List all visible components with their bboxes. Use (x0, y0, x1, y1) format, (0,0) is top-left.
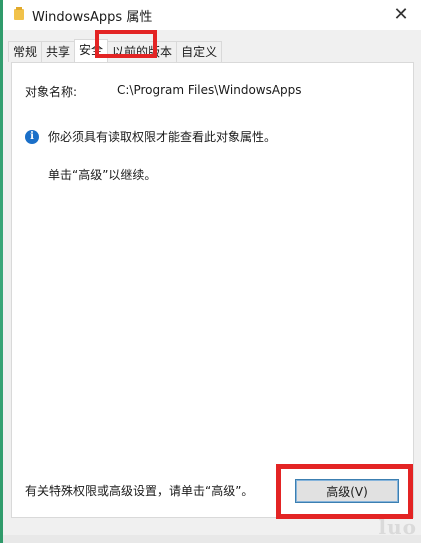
advanced-hint: 有关特殊权限或高级设置，请单击“高级”。 (25, 484, 254, 498)
tab-sharing[interactable]: 共享 (41, 41, 76, 62)
continue-message: 单击“高级”以继续。 (48, 168, 157, 182)
object-name-value: C:\Program Files\WindowsApps (117, 83, 302, 97)
close-button[interactable]: ✕ (389, 3, 413, 25)
tab-highlight-box (95, 30, 157, 58)
object-name-row: 对象名称: C:\Program Files\WindowsApps (25, 83, 395, 100)
permission-message: 你必须具有读取权限才能查看此对象属性。 (48, 130, 277, 144)
dialog-bottom-edge (3, 535, 421, 543)
tab-customize[interactable]: 自定义 (176, 41, 223, 62)
title-bar[interactable]: WindowsApps 属性 ✕ (3, 0, 421, 30)
security-panel: 对象名称: C:\Program Files\WindowsApps i 你必须… (11, 62, 414, 518)
permission-message-row: i 你必须具有读取权限才能查看此对象属性。 (25, 128, 276, 145)
tab-general[interactable]: 常规 (8, 41, 43, 62)
folder-icon (14, 7, 24, 20)
info-icon: i (25, 129, 39, 144)
advanced-highlight-box (276, 464, 413, 519)
window-title: WindowsApps 属性 (32, 10, 153, 25)
object-name-label: 对象名称: (25, 85, 78, 99)
watermark-logo: luo (378, 515, 417, 539)
